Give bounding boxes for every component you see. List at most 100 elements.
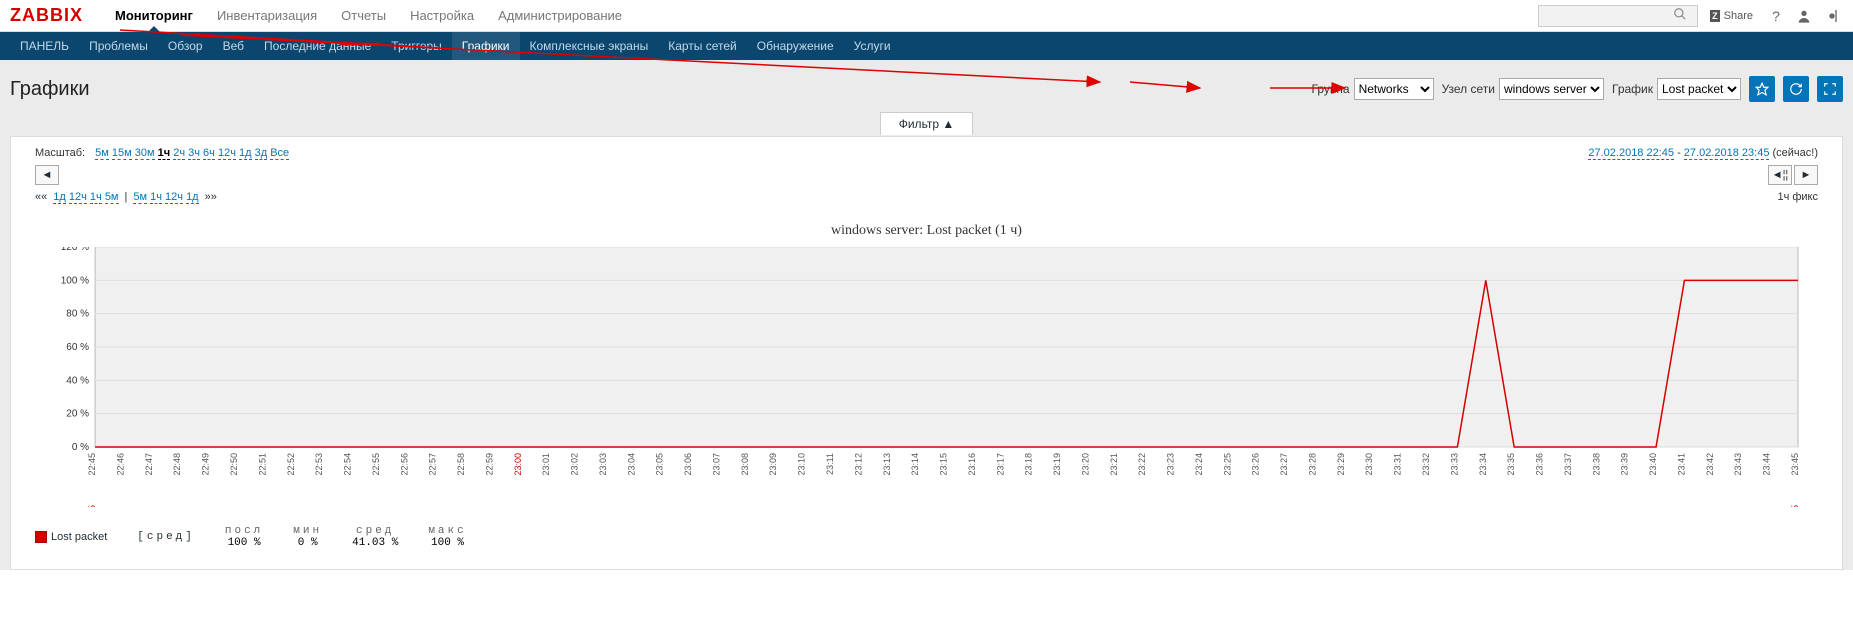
nav-left-button[interactable]: ◄: [35, 165, 59, 185]
date-from[interactable]: 27.02.2018 22:45: [1588, 147, 1674, 160]
svg-text:23:27: 23:27: [1279, 453, 1289, 476]
subnav-item[interactable]: Графики: [452, 32, 520, 60]
svg-text:120 %: 120 %: [61, 247, 89, 253]
top-bar: ZABBIX МониторингИнвентаризацияОтчетыНас…: [0, 0, 1853, 32]
favorite-button[interactable]: [1749, 76, 1775, 102]
user-icon[interactable]: [1793, 5, 1815, 27]
search-box[interactable]: [1538, 5, 1698, 27]
move-link[interactable]: 1ч: [150, 191, 162, 204]
date-to[interactable]: 27.02.2018 23:45: [1684, 147, 1770, 160]
zoom-link[interactable]: 6ч: [203, 147, 215, 160]
nav-right-button[interactable]: ►: [1794, 165, 1818, 185]
svg-text:22:45: 22:45: [87, 453, 97, 476]
subnav-item[interactable]: Веб: [213, 32, 254, 60]
subnav-item[interactable]: Триггеры: [381, 32, 452, 60]
search-input[interactable]: [1543, 10, 1673, 22]
subnav-item[interactable]: Проблемы: [79, 32, 158, 60]
move-link[interactable]: 5м: [133, 191, 147, 204]
svg-text:100 %: 100 %: [61, 275, 89, 286]
svg-text:23:07: 23:07: [711, 453, 721, 476]
svg-text:23:13: 23:13: [882, 453, 892, 476]
group-selector: Группа Networks: [1312, 78, 1434, 100]
date-range: 27.02.2018 22:45 - 27.02.2018 23:45 (сей…: [1588, 147, 1818, 159]
subnav-item[interactable]: Обзор: [158, 32, 213, 60]
subnav-item[interactable]: Комплексные экраны: [520, 32, 659, 60]
move-link[interactable]: 5м: [105, 191, 119, 204]
topnav-item[interactable]: Инвентаризация: [205, 0, 329, 31]
zoom-link[interactable]: 30м: [135, 147, 155, 160]
group-label: Группа: [1312, 82, 1350, 96]
svg-text:23:14: 23:14: [910, 453, 920, 476]
move-link[interactable]: 1ч: [90, 191, 102, 204]
move-link[interactable]: 12ч: [165, 191, 183, 204]
host-label: Узел сети: [1442, 82, 1495, 96]
svg-text:23:18: 23:18: [1024, 453, 1034, 476]
zoom-link[interactable]: 3д: [255, 147, 268, 160]
svg-text:23:21: 23:21: [1109, 453, 1119, 476]
fullscreen-button[interactable]: [1817, 76, 1843, 102]
svg-text:23:11: 23:11: [825, 453, 835, 475]
graph-select[interactable]: Lost packet: [1657, 78, 1741, 100]
svg-text:23:45: 23:45: [1790, 453, 1800, 476]
svg-text:23:15: 23:15: [939, 453, 949, 476]
svg-text:23:23: 23:23: [1166, 453, 1176, 476]
topnav-item[interactable]: Администрирование: [486, 0, 634, 31]
zoom-link[interactable]: 3ч: [188, 147, 200, 160]
svg-text:23:19: 23:19: [1052, 453, 1062, 476]
host-select[interactable]: windows server: [1499, 78, 1604, 100]
svg-text:22:47: 22:47: [144, 453, 154, 476]
search-icon[interactable]: [1673, 7, 1687, 24]
move-link[interactable]: 12ч: [69, 191, 87, 204]
legend-item: Lost packet: [35, 531, 107, 543]
svg-text:23:31: 23:31: [1393, 453, 1403, 476]
legend-last: посл 100 %: [225, 525, 263, 549]
legend-max: макс 100 %: [428, 525, 466, 549]
move-link[interactable]: 1д: [53, 191, 66, 204]
zoom-link[interactable]: Все: [270, 147, 289, 160]
graph-selector: График Lost packet: [1612, 78, 1741, 100]
chart-title: windows server: Lost packet (1 ч): [35, 223, 1818, 239]
zoom-link[interactable]: 1д: [239, 147, 252, 160]
nav-row: ◄ ◄¦¦ ►: [35, 165, 1818, 185]
svg-text:23:38: 23:38: [1591, 453, 1601, 476]
svg-text:23:39: 23:39: [1620, 453, 1630, 476]
topnav-item[interactable]: Отчеты: [329, 0, 398, 31]
svg-text:23:10: 23:10: [797, 453, 807, 476]
zoom-link[interactable]: 5м: [95, 147, 109, 160]
subnav-item[interactable]: Обнаружение: [747, 32, 844, 60]
topnav-item[interactable]: Настройка: [398, 0, 486, 31]
nav-right-end-button[interactable]: ◄¦¦: [1768, 165, 1792, 185]
svg-text:23:24: 23:24: [1194, 453, 1204, 476]
subnav-item[interactable]: Услуги: [844, 32, 901, 60]
svg-text:23:41: 23:41: [1676, 453, 1686, 476]
logout-icon[interactable]: [1821, 5, 1843, 27]
zoom-link[interactable]: 12ч: [218, 147, 236, 160]
move-left-pre: ««: [35, 191, 47, 203]
svg-text:23:26: 23:26: [1251, 453, 1261, 476]
svg-text:22:56: 22:56: [399, 453, 409, 476]
refresh-button[interactable]: [1783, 76, 1809, 102]
svg-text:23:34: 23:34: [1478, 453, 1488, 476]
svg-text:20 %: 20 %: [66, 409, 89, 420]
svg-text:23:03: 23:03: [598, 453, 608, 476]
page-title: Графики: [10, 78, 90, 101]
topnav-item[interactable]: Мониторинг: [103, 0, 205, 31]
svg-text:23:44: 23:44: [1762, 453, 1772, 476]
zoom-link[interactable]: 15м: [112, 147, 132, 160]
group-select[interactable]: Networks: [1354, 78, 1434, 100]
filter-tab[interactable]: Фильтр ▲: [880, 112, 974, 135]
subnav-item[interactable]: ПАНЕЛЬ: [10, 32, 79, 60]
subnav-item[interactable]: Последние данные: [254, 32, 381, 60]
svg-text:22:46: 22:46: [115, 453, 125, 476]
svg-text:22:55: 22:55: [371, 453, 381, 476]
header-controls: Группа Networks Узел сети windows server…: [1312, 76, 1843, 102]
zoom-link[interactable]: 2ч: [173, 147, 185, 160]
svg-text:23:17: 23:17: [995, 453, 1005, 476]
zoom-link[interactable]: 1ч: [158, 147, 171, 160]
legend-name: Lost packet: [51, 531, 107, 543]
svg-text:23:28: 23:28: [1307, 453, 1317, 476]
share-button[interactable]: Z Share: [1704, 5, 1759, 27]
subnav-item[interactable]: Карты сетей: [658, 32, 747, 60]
help-icon[interactable]: ?: [1765, 5, 1787, 27]
move-link[interactable]: 1д: [186, 191, 199, 204]
